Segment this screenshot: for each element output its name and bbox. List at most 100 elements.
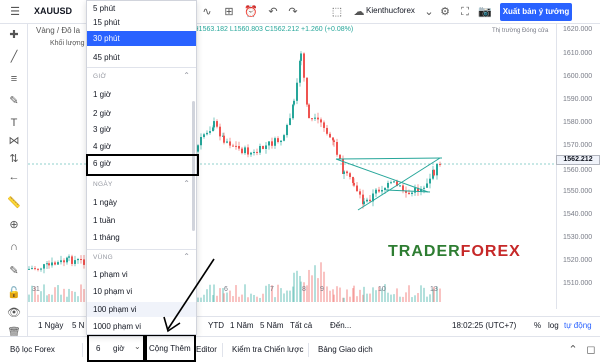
- symbol-search[interactable]: XAUUSD: [34, 6, 72, 16]
- candle-body: [244, 147, 246, 154]
- layout-name[interactable]: Kienthucforex: [366, 6, 415, 15]
- candle-body: [390, 182, 392, 184]
- templates-icon[interactable]: ⊞: [222, 5, 236, 19]
- back-arrow-icon[interactable]: ←: [7, 170, 21, 184]
- candle-body: [51, 262, 53, 266]
- watermark-logo: TRADERFOREX: [388, 243, 521, 261]
- brush-icon[interactable]: ✎: [7, 94, 21, 108]
- zoom-icon[interactable]: ⊕: [7, 218, 21, 232]
- pattern-icon[interactable]: ⋈: [7, 134, 21, 148]
- candle-body: [384, 187, 386, 191]
- candle-body: [34, 268, 36, 270]
- candle-body: [283, 135, 285, 141]
- last-price-badge: 1562.212: [556, 155, 600, 165]
- camera-icon[interactable]: 📷: [478, 5, 492, 19]
- cloud-icon[interactable]: ☁: [352, 5, 366, 19]
- group-header-hour[interactable]: GIỜ: [93, 73, 193, 80]
- prediction-icon[interactable]: ⇅: [7, 152, 21, 166]
- range-1d[interactable]: 1 Ngày: [38, 321, 63, 330]
- magnet-icon[interactable]: ∩: [7, 240, 21, 254]
- text-icon[interactable]: T: [7, 116, 21, 130]
- maximize-icon[interactable]: ◻: [584, 343, 598, 357]
- trading-panel-tab[interactable]: Bảng Giao dịch: [318, 345, 373, 354]
- clock[interactable]: 18:02:25 (UTC+7): [452, 321, 516, 330]
- candle-body: [219, 126, 221, 137]
- menu-icon[interactable]: ☰: [8, 5, 22, 19]
- candle-body: [28, 268, 30, 270]
- interval-option[interactable]: 15 phút: [93, 15, 193, 30]
- candle-body: [329, 133, 331, 138]
- candle-body: [387, 182, 389, 188]
- range-5y[interactable]: 5 Năm: [260, 321, 284, 330]
- group-header-day[interactable]: NGÀY: [93, 181, 193, 188]
- interval-option[interactable]: 1 giờ: [93, 87, 193, 102]
- price-label: 1620.000: [563, 26, 593, 33]
- pine-editor-tab[interactable]: Editor: [196, 345, 217, 354]
- fib-icon[interactable]: ≡: [7, 72, 21, 86]
- lock-drawings-icon[interactable]: ✎: [7, 264, 21, 278]
- chevron-up-icon[interactable]: ⌃: [566, 343, 580, 357]
- candle-body: [256, 151, 258, 153]
- interval-option[interactable]: 1 tháng: [93, 230, 193, 245]
- candle-body: [229, 141, 231, 146]
- goto-date[interactable]: Đến...: [330, 321, 351, 330]
- candle-body: [74, 260, 76, 264]
- interval-option[interactable]: 2 giờ: [93, 106, 193, 121]
- arrow-line: [167, 258, 215, 330]
- range-5d[interactable]: 5 N: [72, 321, 84, 330]
- chevron-up-icon[interactable]: ⌃: [183, 71, 190, 80]
- chevron-down-icon[interactable]: ⌄: [134, 342, 141, 351]
- price-label: 1550.000: [563, 188, 593, 195]
- forex-screener-tab[interactable]: Bộ lọc Forex: [10, 345, 55, 354]
- indicators-icon[interactable]: ∿: [200, 5, 214, 19]
- lock-icon[interactable]: 🔓: [7, 286, 21, 300]
- fullscreen-toggle-icon[interactable]: ⛶: [458, 5, 472, 19]
- candle-body: [296, 82, 298, 101]
- candle-body: [439, 163, 441, 165]
- candle-body: [292, 104, 294, 119]
- publish-idea-button[interactable]: Xuất bản ý tưởng: [500, 3, 572, 21]
- interval-option-selected[interactable]: 30 phút: [87, 31, 196, 46]
- candle-body: [223, 135, 225, 143]
- separator: [308, 343, 309, 357]
- chevron-down-icon[interactable]: ⌄: [422, 5, 436, 19]
- strategy-tester-tab[interactable]: Kiểm tra Chiến lược: [232, 345, 304, 354]
- interval-option[interactable]: 1 ngày: [93, 195, 193, 210]
- fullscreen-icon[interactable]: ⬚: [330, 5, 344, 19]
- interval-option[interactable]: 1 tuần: [93, 213, 193, 228]
- interval-option[interactable]: 45 phút: [93, 50, 193, 65]
- candle-body: [226, 141, 228, 143]
- interval-option[interactable]: 5 phút: [93, 1, 193, 16]
- interval-qty-input[interactable]: 6: [96, 344, 100, 353]
- range-1y[interactable]: 1 Năm: [230, 321, 254, 330]
- log-toggle[interactable]: log: [548, 321, 559, 330]
- candle-body: [289, 118, 291, 125]
- price-axis[interactable]: 1620.000 1610.000 1600.000 1590.000 1580…: [556, 24, 600, 309]
- ruler-icon[interactable]: 📏: [7, 196, 21, 210]
- time-label: 6: [224, 286, 228, 293]
- auto-toggle[interactable]: tự động: [564, 321, 592, 330]
- candle-body: [209, 131, 211, 133]
- eye-icon[interactable]: 👁: [7, 306, 21, 320]
- percent-toggle[interactable]: %: [534, 321, 541, 330]
- redo-icon[interactable]: ↷: [286, 5, 300, 19]
- interval-option[interactable]: 4 giờ: [93, 139, 193, 154]
- candle-body: [77, 259, 79, 261]
- separator: [222, 343, 223, 357]
- interval-unit-select[interactable]: giờ: [113, 344, 124, 353]
- range-all[interactable]: Tất cả: [290, 321, 312, 330]
- candle-body: [63, 260, 65, 263]
- settings-icon[interactable]: ⚙: [438, 5, 452, 19]
- add-interval-button[interactable]: Cộng Thêm: [149, 344, 191, 353]
- candle-body: [203, 134, 205, 138]
- volume-bar: [343, 297, 345, 302]
- interval-option[interactable]: 3 giờ: [93, 122, 193, 137]
- volume-label: Khối lượng: [50, 40, 85, 47]
- undo-icon[interactable]: ↶: [266, 5, 280, 19]
- crosshair-icon[interactable]: ✚: [7, 28, 21, 42]
- candle-body: [71, 256, 73, 264]
- chevron-up-icon[interactable]: ⌃: [183, 179, 190, 188]
- trendline-icon[interactable]: ╱: [7, 50, 21, 64]
- alert-icon[interactable]: ⏰: [244, 5, 258, 19]
- candle-body: [363, 201, 365, 205]
